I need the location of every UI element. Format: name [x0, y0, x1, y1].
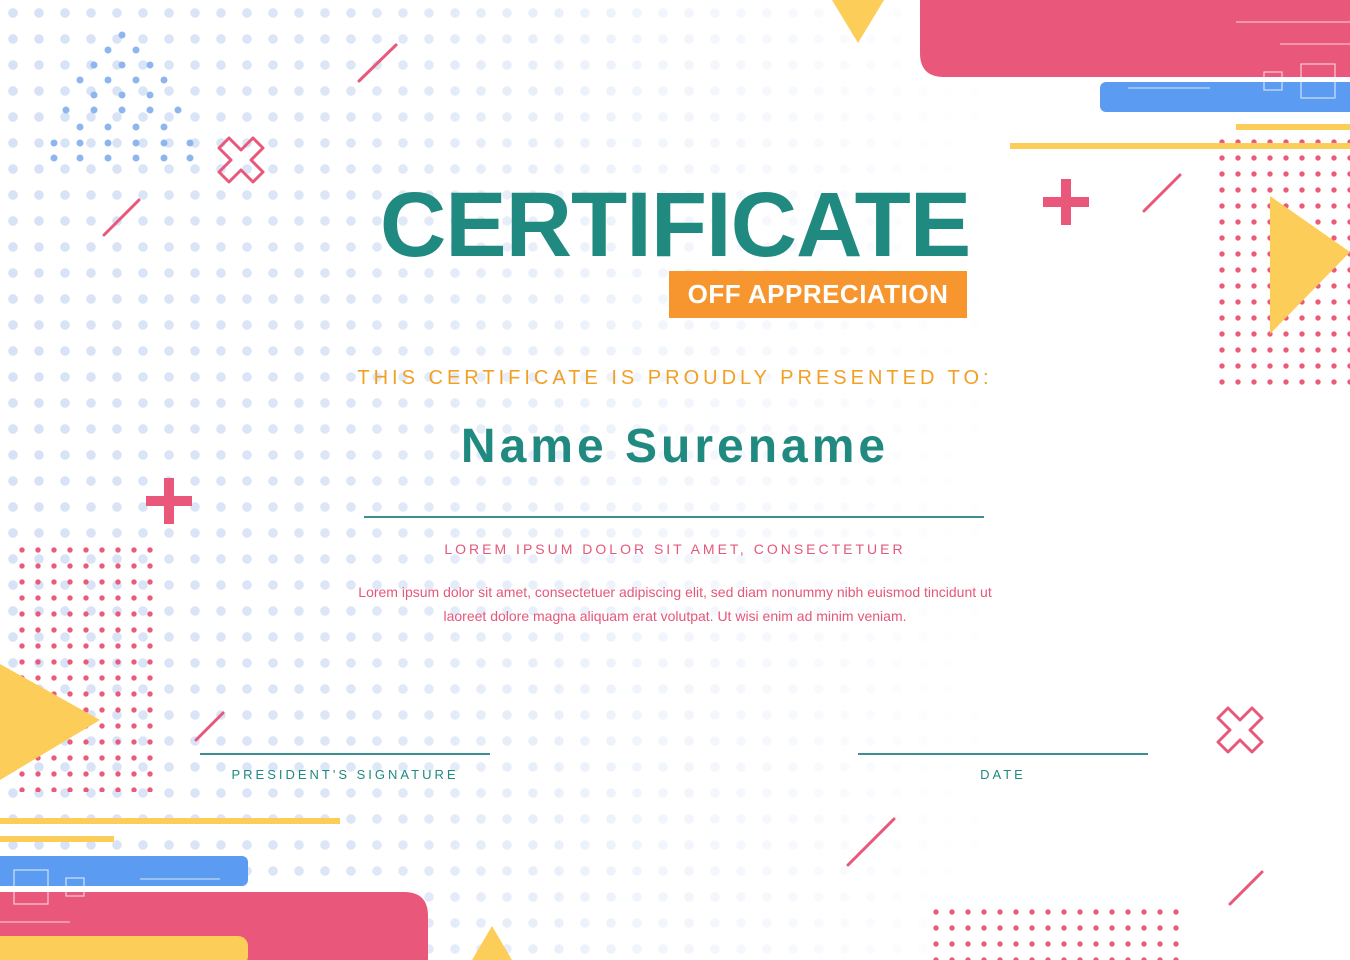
bottom-yellow-triangle [472, 926, 512, 960]
description-body: Lorem ipsum dolor sit amet, consectetuer… [358, 584, 992, 624]
bottom-left-yellow-line [0, 818, 340, 824]
presented-to-text: THIS CERTIFICATE IS PROUDLY PRESENTED TO… [357, 367, 993, 389]
signature-label: PRESIDENT'S SIGNATURE [231, 767, 459, 782]
right-yellow-triangle [1270, 196, 1350, 334]
date-label: DATE [980, 767, 1026, 782]
plus-sign-left-icon [146, 478, 192, 524]
bottom-left-yellow-band [0, 936, 248, 960]
blue-dot-triangle [50, 31, 194, 162]
description-heading: LOREM IPSUM DOLOR SIT AMET, CONSECTETUER [444, 541, 906, 557]
top-right-yellow-line-short [1236, 124, 1350, 130]
certificate-page: CERTIFICATE OFF APPRECIATION THIS CERTIF… [0, 0, 1350, 960]
signature-line [200, 753, 490, 755]
certificate-subtitle-badge: OFF APPRECIATION [669, 271, 967, 318]
name-underline [364, 516, 984, 518]
x-mark-right-icon [1216, 706, 1264, 754]
top-yellow-triangle [832, 0, 884, 43]
date-line [858, 753, 1148, 755]
top-right-red-band [920, 0, 1350, 77]
bottom-left-yellow-line-short [0, 836, 114, 842]
bottom-left-blue-band [0, 856, 248, 886]
x-mark-top-left-icon [217, 136, 265, 184]
certificate-title: CERTIFICATE [379, 174, 971, 276]
top-right-blue-band [1100, 82, 1350, 112]
top-right-yellow-line [1010, 143, 1350, 149]
certificate-subtitle: OFF APPRECIATION [687, 279, 949, 309]
left-yellow-triangle [0, 664, 100, 780]
recipient-name: Name Surename [460, 420, 890, 473]
plus-sign-right-icon [1043, 179, 1089, 225]
